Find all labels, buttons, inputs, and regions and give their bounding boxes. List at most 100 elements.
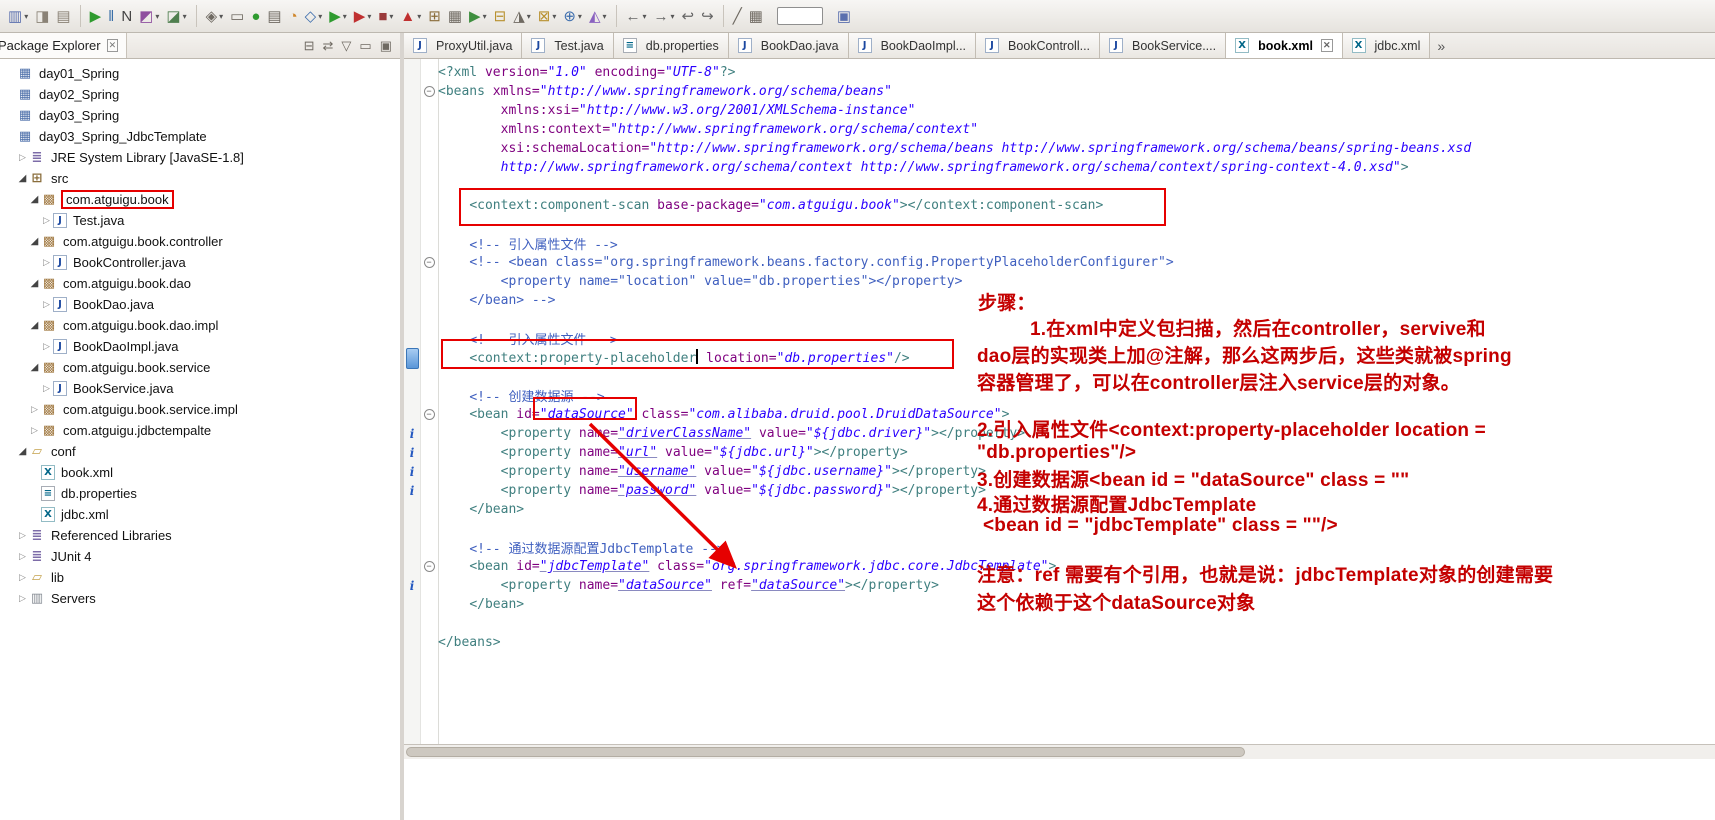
dropdown-arrow-icon[interactable]: ▾ — [552, 12, 556, 21]
data-config-button[interactable]: ⊠ ▾ — [535, 4, 560, 28]
horizontal-scrollbar[interactable] — [404, 744, 1715, 759]
tree-item[interactable]: ▷ J BookDao.java — [0, 294, 400, 315]
maximize-icon[interactable]: ▣ — [380, 39, 392, 52]
back-button[interactable]: ← ▾ — [623, 4, 650, 28]
minimize-icon[interactable]: ▭ — [359, 39, 371, 52]
collapse-arrow-icon[interactable]: ◢ — [28, 362, 41, 373]
tree-item[interactable]: ▷ ▩ com.atguigu.jdbctempalte — [0, 420, 400, 441]
tab-jdbc.xml[interactable]: Xjdbc.xml — [1342, 33, 1431, 58]
collapse-arrow-icon[interactable]: ◢ — [16, 173, 29, 184]
java-perspective-button[interactable]: ▣ — [834, 4, 854, 28]
dropdown-arrow-icon[interactable]: ▾ — [578, 12, 582, 21]
tab-book.xml[interactable]: Xbook.xml ✕ — [1226, 33, 1343, 58]
dropdown-arrow-icon[interactable]: ▾ — [483, 12, 487, 21]
tree-item[interactable]: ▷ ≣ Referenced Libraries — [0, 525, 400, 546]
dropdown-arrow-icon[interactable]: ▾ — [155, 12, 159, 21]
tab-overflow-indicator[interactable]: » — [1430, 33, 1452, 58]
record-button[interactable]: ● — [248, 4, 263, 28]
collapse-arrow-icon[interactable]: ◢ — [28, 194, 41, 205]
fold-collapse-icon[interactable]: − — [420, 409, 438, 420]
run-configurations-button[interactable]: ▶ ▾ — [351, 4, 375, 28]
collapse-all-icon[interactable]: ⊟ — [304, 39, 315, 52]
expand-arrow-icon[interactable]: ▷ — [16, 551, 29, 562]
tree-item[interactable]: ▦ day01_Spring — [0, 63, 400, 84]
tab-Test.java[interactable]: J Test.java — [522, 33, 614, 58]
tree-item[interactable]: ▦ day03_Spring — [0, 105, 400, 126]
collapse-arrow-icon[interactable]: ◢ — [28, 278, 41, 289]
expand-arrow-icon[interactable]: ▷ — [28, 404, 41, 415]
close-icon[interactable]: ✕ — [1320, 39, 1333, 52]
view-menu-icon[interactable]: ▽ — [341, 39, 351, 52]
collapse-arrow-icon[interactable]: ◢ — [28, 236, 41, 247]
expand-arrow-icon[interactable]: ▷ — [16, 152, 29, 163]
expand-arrow-icon[interactable]: ▷ — [40, 299, 53, 310]
expand-arrow-icon[interactable]: ▷ — [16, 530, 29, 541]
dropdown-arrow-icon[interactable]: ▾ — [343, 12, 347, 21]
run-button[interactable]: ▶ — [87, 4, 105, 28]
expand-arrow-icon[interactable]: ▷ — [40, 215, 53, 226]
next-edit-button[interactable]: ↪ — [698, 4, 717, 28]
dropdown-arrow-icon[interactable]: ▾ — [219, 12, 223, 21]
coverage-button[interactable]: ◩ ▾ — [136, 4, 162, 28]
tree-item[interactable]: ▦ day02_Spring — [0, 84, 400, 105]
expand-arrow-icon[interactable]: ▷ — [40, 257, 53, 268]
external-tools-button[interactable]: ◈ ▾ — [203, 4, 227, 28]
tree-item[interactable]: ▷ ▱ lib — [0, 567, 400, 588]
collapse-arrow-icon[interactable]: ◢ — [16, 446, 29, 457]
tree-item[interactable]: Xjdbc.xml — [0, 504, 400, 525]
mark-occurrences-button[interactable]: ╱ — [730, 4, 745, 28]
web-browser-button[interactable]: ⊕ ▾ — [560, 4, 585, 28]
new-junit-button[interactable]: N — [118, 4, 135, 28]
last-edit-location-button[interactable]: ↩ — [679, 4, 698, 28]
tree-item[interactable]: ◢ ▩ com.atguigu.book.dao — [0, 273, 400, 294]
expand-arrow-icon[interactable]: ▷ — [40, 341, 53, 352]
flag-button[interactable]: ▲ ▾ — [397, 4, 424, 28]
annotate-button[interactable]: ◮ ▾ — [510, 4, 534, 28]
tree-item[interactable]: ▷ J Test.java — [0, 210, 400, 231]
profile-button[interactable]: ◪ ▾ — [163, 4, 189, 28]
explorer-view-tab[interactable]: Package Explorer ✕ — [0, 33, 128, 58]
print-button[interactable]: ▤ — [53, 4, 73, 28]
tree-item[interactable]: ◢ ▩ com.atguigu.book — [0, 189, 400, 210]
tree-item[interactable]: ◢ ▩ com.atguigu.book.dao.impl — [0, 315, 400, 336]
quick-access-input[interactable] — [776, 7, 823, 25]
tree-item[interactable]: Xbook.xml — [0, 462, 400, 483]
tree-item[interactable]: ▷ J BookController.java — [0, 252, 400, 273]
schedule-button[interactable]: ▦ — [445, 4, 465, 28]
code-editor[interactable]: <?xml version="1.0" encoding="UTF-8"?> − <… — [404, 59, 1715, 744]
close-icon[interactable]: ✕ — [106, 39, 119, 52]
dropdown-arrow-icon[interactable]: ▾ — [671, 12, 675, 21]
dropdown-arrow-icon[interactable]: ▾ — [417, 12, 421, 21]
fold-collapse-icon[interactable]: − — [420, 257, 438, 268]
expand-arrow-icon[interactable]: ▷ — [16, 593, 29, 604]
tree-item[interactable]: ▷ ≣ JRE System Library [JavaSE-1.8] — [0, 147, 400, 168]
dropdown-arrow-icon[interactable]: ▾ — [602, 12, 606, 21]
fold-collapse-icon[interactable]: − — [420, 561, 438, 572]
tab-ProxyUtil.java[interactable]: J ProxyUtil.java — [404, 33, 523, 58]
database-button[interactable]: ⊟ — [491, 4, 510, 28]
link-with-editor-icon[interactable]: ⇄ — [323, 39, 334, 52]
dropdown-arrow-icon[interactable]: ▾ — [183, 12, 187, 21]
tab-BookControll...[interactable]: J BookControll... — [976, 33, 1101, 58]
save-button[interactable]: ◨ — [32, 4, 52, 28]
tree-item[interactable]: ▷ J BookService.java — [0, 378, 400, 399]
tab-BookDaoImpl...[interactable]: J BookDaoImpl... — [848, 33, 977, 58]
dropdown-arrow-icon[interactable]: ▾ — [527, 12, 531, 21]
tree-item[interactable]: ≡ db.properties — [0, 483, 400, 504]
debug-snapshot-button[interactable]: ◇ ▾ — [302, 4, 326, 28]
dropdown-arrow-icon[interactable]: ▾ — [24, 12, 28, 21]
dropdown-arrow-icon[interactable]: ▾ — [389, 12, 393, 21]
wizard-wand-button[interactable]: ◭ ▾ — [586, 4, 610, 28]
forward-button[interactable]: → ▾ — [651, 4, 678, 28]
tab-BookDao.java[interactable]: J BookDao.java — [728, 33, 849, 58]
tab-db.properties[interactable]: ≡ db.properties — [613, 33, 729, 58]
expand-arrow-icon[interactable]: ▷ — [40, 383, 53, 394]
tree-item[interactable]: ◢ ⊞ src — [0, 168, 400, 189]
debug-button[interactable]: ▶ ▾ — [326, 4, 350, 28]
dropdown-arrow-icon[interactable]: ▾ — [643, 12, 647, 21]
collapse-arrow-icon[interactable]: ◢ — [28, 320, 41, 331]
tab-BookService....[interactable]: J BookService.... — [1100, 33, 1227, 58]
task-list-button[interactable]: ▤ — [264, 4, 284, 28]
fold-collapse-icon[interactable]: − — [420, 86, 438, 97]
hscroll-thumb[interactable] — [406, 747, 1246, 757]
